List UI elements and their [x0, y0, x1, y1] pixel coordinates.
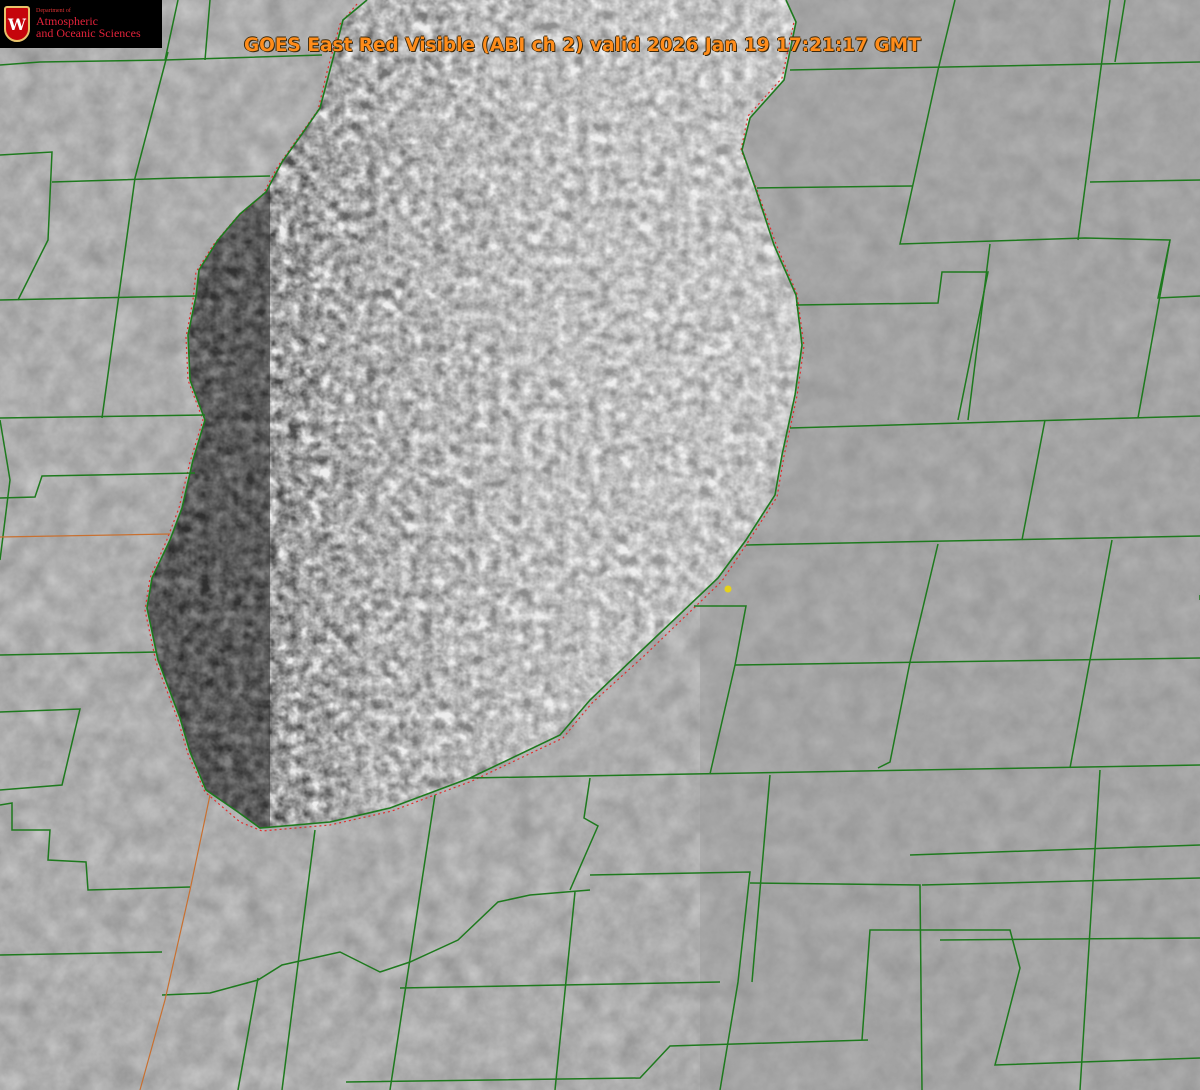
aos-logo: W Department of Atmospheric and Oceanic …: [0, 0, 162, 48]
uw-crest-icon: W: [4, 6, 30, 42]
image-title: GOES East Red Visible (ABI ch 2) valid 2…: [244, 35, 921, 56]
satellite-map: [0, 0, 1200, 1090]
logo-text: Department of Atmospheric and Oceanic Sc…: [36, 8, 141, 39]
site-marker-icon: [724, 585, 732, 593]
crest-letter: W: [8, 14, 26, 34]
logo-line2: and Oceanic Sciences: [36, 26, 141, 41]
